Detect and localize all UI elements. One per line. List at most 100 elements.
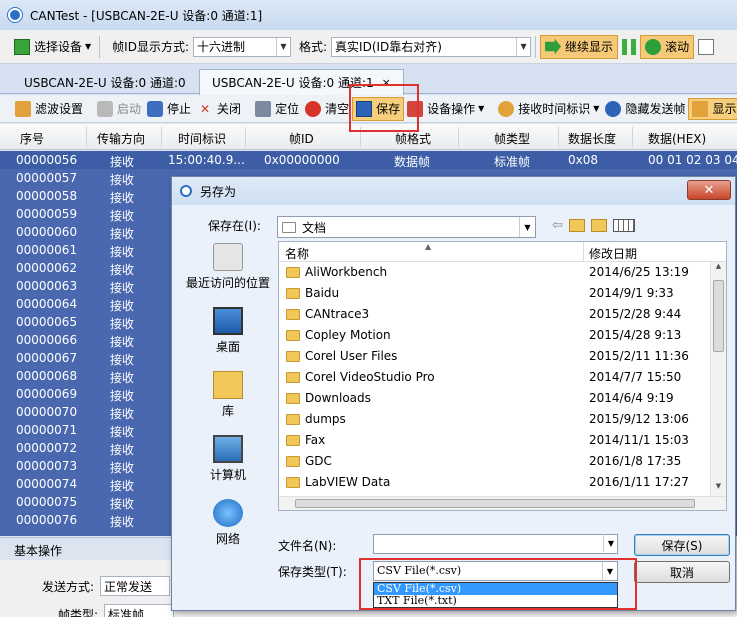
save-in-row: 保存在(I):	[208, 217, 261, 234]
place-label: 最近访问的位置	[185, 276, 270, 290]
list-item[interactable]: LabVIEW Data 2016/1/11 17:27	[279, 472, 726, 493]
place-recent[interactable]: 最近访问的位置	[182, 243, 274, 291]
column-header[interactable]: 帧类型	[494, 130, 530, 147]
column-divider[interactable]	[558, 127, 559, 147]
file-list[interactable]: 名称 ▲ 修改日期 AliWorkbench 2014/6/25 13:19 Bai…	[278, 241, 727, 511]
vertical-scrollbar[interactable]: ▲ ▼	[710, 262, 726, 498]
close-device-label: 关闭	[217, 102, 242, 116]
cell-seq: 00000073	[16, 459, 78, 473]
column-header[interactable]: 帧格式	[395, 130, 431, 147]
frame-type-select[interactable]: 标准帧	[104, 604, 175, 617]
filetype-option-txt[interactable]: TXT File(*.txt)	[374, 595, 617, 607]
close-device-button[interactable]: ✕ 关闭	[194, 98, 244, 120]
column-name[interactable]: 名称	[285, 245, 309, 262]
cell-data: 00 01 02 03 04	[648, 153, 737, 167]
scroll-button[interactable]: 滚动	[640, 34, 695, 59]
list-item[interactable]: Copley Motion 2015/4/28 9:13	[279, 325, 726, 346]
scroll-up-icon[interactable]: ▲	[711, 262, 726, 278]
device-operations-button[interactable]: 设备操作 ▼	[404, 98, 487, 120]
pause-button[interactable]	[618, 35, 640, 59]
cell-seq: 00000075	[16, 495, 78, 509]
list-item[interactable]: Baidu 2014/9/1 9:33	[279, 283, 726, 304]
play-icon	[545, 38, 562, 55]
column-divider[interactable]	[86, 127, 87, 147]
id-format-value: 十六进制	[197, 40, 246, 54]
clear-button[interactable]: 清空	[302, 98, 352, 120]
column-divider[interactable]	[245, 127, 246, 147]
list-item[interactable]: Fax 2014/11/1 15:03	[279, 430, 726, 451]
column-header[interactable]: 数据(HEX)	[648, 130, 706, 147]
tab-label: USBCAN-2E-U 设备:0 通道:1	[212, 76, 374, 90]
list-item[interactable]: CANtrace3 2015/2/28 9:44	[279, 304, 726, 325]
format-select[interactable]: 真实ID(ID靠右对齐) ▼	[331, 36, 532, 57]
chevron-down-icon[interactable]: ▼	[276, 37, 290, 56]
column-divider[interactable]	[458, 127, 459, 147]
locate-button[interactable]: 定位	[252, 98, 302, 120]
filter-settings-button[interactable]: 滤波设置	[12, 98, 86, 120]
up-folder-icon[interactable]	[568, 219, 585, 232]
close-icon[interactable]: ✕	[687, 180, 731, 200]
list-item[interactable]: Corel VideoStudio Pro 2014/7/7 15:50	[279, 367, 726, 388]
location-select[interactable]: 文档 ▼	[277, 216, 536, 238]
column-header[interactable]: 帧ID	[289, 130, 314, 147]
scroll-thumb[interactable]	[295, 499, 695, 508]
save-button[interactable]: 保存	[352, 96, 405, 121]
column-header[interactable]: 数据长度	[568, 130, 616, 147]
new-folder-icon[interactable]	[590, 219, 607, 232]
column-divider[interactable]	[632, 127, 633, 147]
list-item[interactable]: GDC 2016/1/8 17:35	[279, 451, 726, 472]
id-format-select[interactable]: 十六进制 ▼	[193, 36, 291, 57]
place-network[interactable]: 网络	[182, 499, 274, 547]
column-divider[interactable]	[360, 127, 361, 147]
list-item[interactable]: dumps 2015/9/12 13:06	[279, 409, 726, 430]
back-arrow-icon[interactable]: ⇦	[552, 218, 563, 233]
column-header[interactable]: 传输方向	[97, 130, 145, 147]
filename-input[interactable]	[373, 534, 618, 554]
place-library[interactable]: 库	[182, 371, 274, 419]
tab-channel-0[interactable]: USBCAN-2E-U 设备:0 通道:0	[12, 69, 198, 95]
stop-button[interactable]: 停止	[144, 98, 194, 120]
sort-arrow-icon: ▲	[425, 242, 432, 251]
column-divider[interactable]	[583, 242, 584, 262]
chevron-down-icon[interactable]: ▼	[602, 562, 617, 580]
view-menu-icon[interactable]	[612, 219, 635, 232]
hide-send-frames-button[interactable]: 隐藏发送帧	[602, 98, 688, 120]
place-computer[interactable]: 计算机	[182, 435, 274, 483]
scroll-thumb[interactable]	[713, 280, 724, 352]
folder-icon	[286, 351, 300, 362]
receive-timestamp-button[interactable]: 接收时间标识 ▼	[495, 98, 602, 120]
notes-button[interactable]	[694, 35, 722, 59]
list-item[interactable]: AliWorkbench 2014/6/25 13:19	[279, 262, 726, 283]
cell-direction: 接收	[110, 155, 135, 169]
column-divider[interactable]	[161, 127, 162, 147]
list-item[interactable]: Corel User Files 2015/2/11 11:36	[279, 346, 726, 367]
select-device-button[interactable]: 选择设备 ▼	[10, 35, 95, 59]
filetype-select[interactable]: CSV File(*.csv) ▼	[373, 561, 618, 581]
device-ops-label: 设备操作	[427, 102, 476, 116]
close-x-icon: ✕	[200, 101, 211, 116]
dialog-app-icon	[180, 185, 192, 197]
tab-channel-1[interactable]: USBCAN-2E-U 设备:0 通道:1 ×	[199, 69, 404, 95]
close-icon[interactable]: ×	[382, 76, 391, 89]
save-dialog-button[interactable]: 保存(S)	[634, 534, 730, 556]
horizontal-scrollbar[interactable]	[279, 496, 726, 510]
column-header[interactable]: 时间标识	[178, 130, 226, 147]
title-bar: CANTest - [USBCAN-2E-U 设备:0 通道:1]	[0, 0, 737, 30]
chevron-down-icon[interactable]: ▼	[519, 217, 535, 237]
start-button[interactable]: 启动	[94, 98, 144, 120]
send-mode-select[interactable]: 正常发送	[100, 576, 171, 596]
list-item[interactable]: Downloads 2014/6/4 9:19	[279, 388, 726, 409]
library-icon	[213, 371, 243, 399]
continue-display-button[interactable]: 继续显示	[540, 34, 619, 59]
place-desktop[interactable]: 桌面	[182, 307, 274, 355]
start-icon	[97, 100, 114, 117]
cancel-button[interactable]: 取消	[634, 561, 730, 583]
table-row[interactable]: 00000056 接收 15:00:40.9... 0x00000000 数据帧…	[0, 151, 737, 169]
toolbar-separator	[99, 35, 101, 58]
column-header[interactable]: 序号	[20, 130, 44, 147]
cell-frame-type: 标准帧	[494, 155, 531, 169]
display-button[interactable]: 显示	[688, 97, 737, 120]
chevron-down-icon[interactable]: ▼	[516, 37, 530, 56]
cell-direction: 接收	[110, 515, 135, 529]
column-date[interactable]: 修改日期	[589, 245, 637, 262]
